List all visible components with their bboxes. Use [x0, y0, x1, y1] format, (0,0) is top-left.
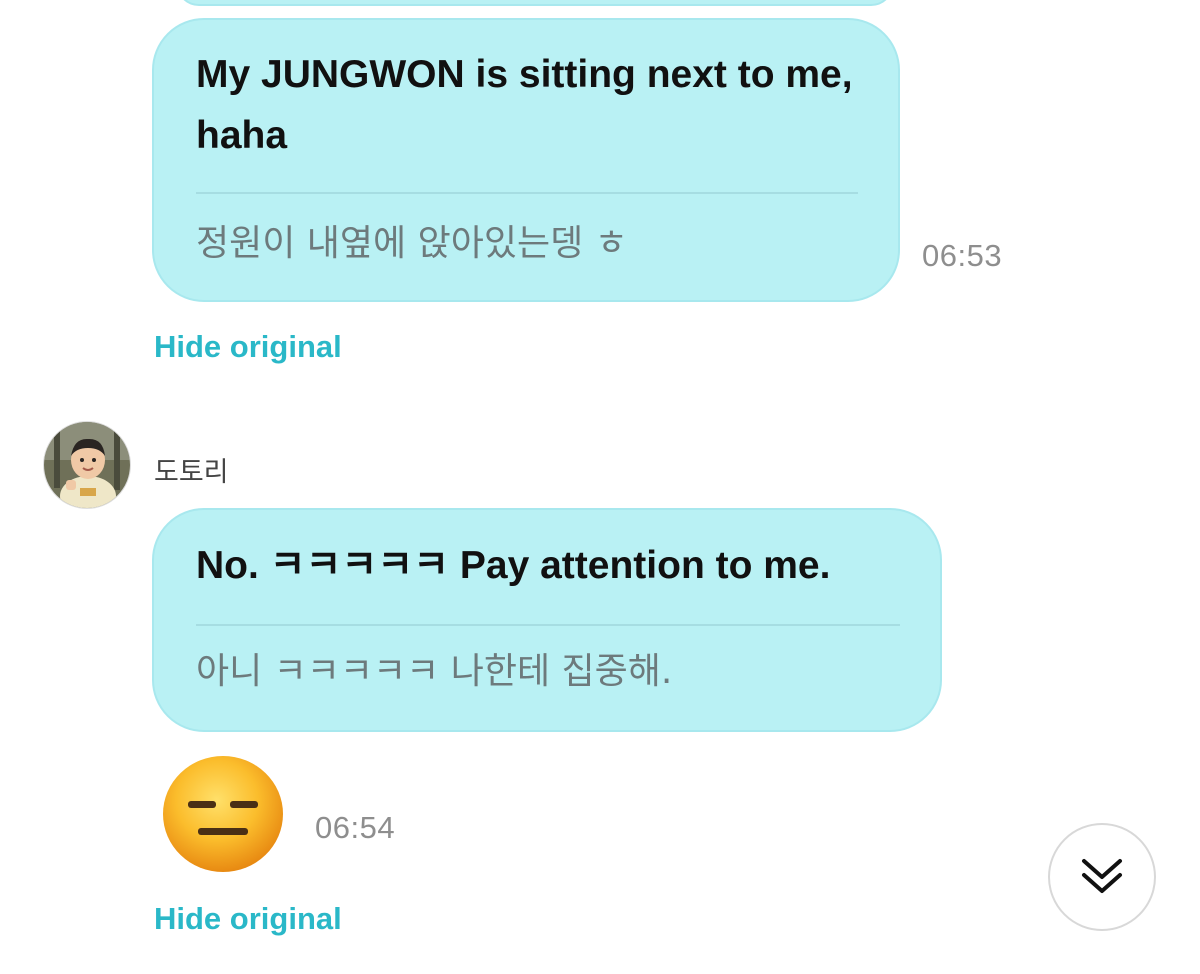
message-bubble[interactable]: My JUNGWON is sitting next to me, haha 정…	[152, 18, 900, 302]
translated-text: My JUNGWON is sitting next to me, haha	[196, 53, 853, 157]
translation-divider	[196, 624, 900, 626]
avatar-photo	[44, 422, 130, 508]
message-bubble[interactable]: No. ㅋㅋㅋㅋㅋ Pay attention to me. 아니 ㅋㅋㅋㅋㅋ …	[152, 508, 942, 732]
expressionless-face-emoji[interactable]	[160, 754, 286, 874]
hide-original-link[interactable]: Hide original	[154, 329, 342, 365]
avatar[interactable]	[43, 421, 131, 509]
sender-name: 도토리	[154, 457, 229, 488]
original-text: 아니 ㅋㅋㅋㅋㅋ 나한테 집중해.	[196, 651, 673, 692]
translation-divider	[196, 192, 858, 194]
original-text: 정원이 내옆에 앉아있는뎅 ㅎ	[196, 223, 628, 264]
message-timestamp: 06:54	[315, 810, 396, 845]
scroll-to-bottom-button[interactable]	[1048, 823, 1156, 931]
expressionless-face-icon	[163, 756, 283, 872]
double-chevron-down-icon	[1082, 859, 1122, 893]
translated-text: No. ㅋㅋㅋㅋㅋ Pay attention to me.	[196, 544, 831, 587]
message-timestamp: 06:53	[922, 238, 1003, 273]
hide-original-link[interactable]: Hide original	[154, 901, 342, 937]
previous-message-bubble[interactable]	[176, 0, 894, 6]
